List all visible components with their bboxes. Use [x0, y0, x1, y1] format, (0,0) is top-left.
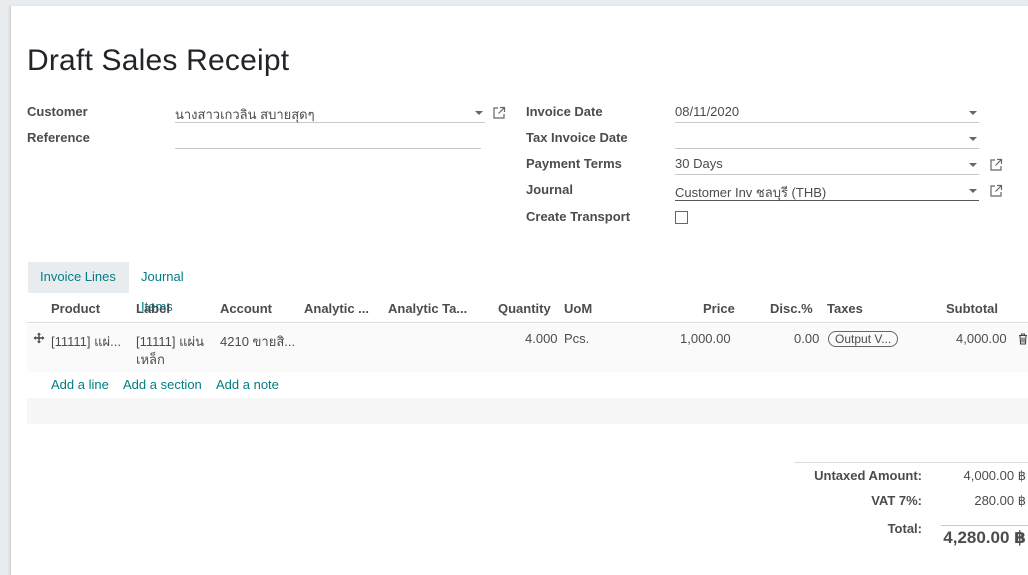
tax-badge[interactable]: Output V... — [828, 331, 899, 347]
dropdown-caret-icon[interactable] — [969, 111, 977, 115]
journal-value: Customer Inv ชลบุรี (THB) — [675, 185, 827, 200]
cell-subtotal[interactable]: 4,000.00 — [956, 331, 1007, 346]
invoice-date-label: Invoice Date — [526, 104, 603, 119]
tax-invoice-date-label: Tax Invoice Date — [526, 130, 628, 145]
column-header-analytic-account[interactable]: Analytic ... — [304, 301, 369, 316]
cell-label-line2[interactable]: เหล็ก — [136, 349, 165, 370]
table-row[interactable]: [11111] แผ่... [11111] แผ่น เหล็ก 4210 ข… — [27, 324, 1028, 372]
column-header-taxes[interactable]: Taxes — [827, 301, 863, 316]
invoice-date-value: 08/11/2020 — [675, 104, 740, 119]
untaxed-amount-value: 4,000.00 ฿ — [963, 468, 1027, 483]
vat-label: VAT 7%: — [871, 493, 922, 508]
dropdown-caret-icon[interactable] — [475, 111, 483, 115]
form-sheet: Draft Sales Receipt Customer นางสาวเกวลิ… — [10, 6, 1028, 575]
total-label: Total: — [887, 521, 922, 536]
cell-quantity[interactable]: 4.000 — [525, 331, 558, 346]
reference-label: Reference — [27, 130, 90, 145]
add-line-link[interactable]: Add a line — [51, 377, 109, 392]
totals-divider — [794, 462, 1028, 463]
cell-discount[interactable]: 0.00 — [794, 331, 819, 346]
journal-label: Journal — [526, 182, 573, 197]
external-link-icon[interactable] — [492, 106, 506, 120]
create-transport-checkbox[interactable] — [675, 211, 688, 224]
untaxed-amount-label: Untaxed Amount: — [814, 468, 922, 483]
tab-journal-items[interactable]: Journal Items — [129, 262, 196, 314]
total-value: 4,280.00 ฿ — [943, 528, 1026, 547]
cell-account[interactable]: 4210 ขายสิ... — [220, 331, 295, 352]
journal-field[interactable]: Customer Inv ชลบุรี (THB) — [675, 180, 979, 201]
cell-price[interactable]: 1,000.00 — [680, 331, 731, 346]
customer-label: Customer — [27, 104, 88, 119]
empty-table-row — [27, 398, 1028, 424]
column-header-account[interactable]: Account — [220, 301, 272, 316]
column-header-analytic-tags[interactable]: Analytic Ta... — [388, 301, 467, 316]
vat-value: 280.00 ฿ — [974, 493, 1026, 508]
payment-terms-label: Payment Terms — [526, 156, 622, 171]
add-section-link[interactable]: Add a section — [123, 377, 202, 392]
column-header-label[interactable]: Label — [136, 301, 170, 316]
column-header-uom[interactable]: UoM — [564, 301, 592, 316]
trash-icon[interactable] — [1018, 333, 1028, 345]
add-note-link[interactable]: Add a note — [216, 377, 279, 392]
external-link-icon[interactable] — [989, 158, 1003, 172]
invoice-date-field[interactable]: 08/11/2020 — [675, 102, 979, 123]
page-title: Draft Sales Receipt — [27, 44, 290, 77]
column-header-price[interactable]: Price — [703, 301, 735, 316]
column-header-subtotal[interactable]: Subtotal — [946, 301, 998, 316]
tax-invoice-date-field[interactable] — [675, 128, 979, 149]
cell-product[interactable]: [11111] แผ่... — [51, 331, 121, 352]
dropdown-caret-icon[interactable] — [969, 137, 977, 141]
column-header-discount[interactable]: Disc.% — [770, 301, 813, 316]
cell-uom[interactable]: Pcs. — [564, 331, 589, 346]
customer-value: นางสาวเกวลิน สบายสุดๆ — [175, 107, 315, 122]
column-header-product[interactable]: Product — [51, 301, 100, 316]
dropdown-caret-icon[interactable] — [969, 163, 977, 167]
add-links-row: Add a line Add a section Add a note — [27, 372, 1028, 398]
drag-handle-icon[interactable] — [33, 332, 45, 344]
customer-field[interactable]: นางสาวเกวลิน สบายสุดๆ — [175, 102, 485, 123]
create-transport-label: Create Transport — [526, 209, 631, 224]
reference-field[interactable] — [175, 128, 481, 149]
external-link-icon[interactable] — [989, 184, 1003, 198]
payment-terms-value: 30 Days — [675, 156, 723, 171]
table-header: Product Label Account Analytic ... Analy… — [27, 295, 1028, 323]
tab-invoice-lines[interactable]: Invoice Lines — [28, 262, 129, 293]
dropdown-caret-icon[interactable] — [969, 189, 977, 193]
column-header-quantity[interactable]: Quantity — [498, 301, 551, 316]
payment-terms-field[interactable]: 30 Days — [675, 154, 979, 175]
total-divider — [941, 525, 1028, 526]
